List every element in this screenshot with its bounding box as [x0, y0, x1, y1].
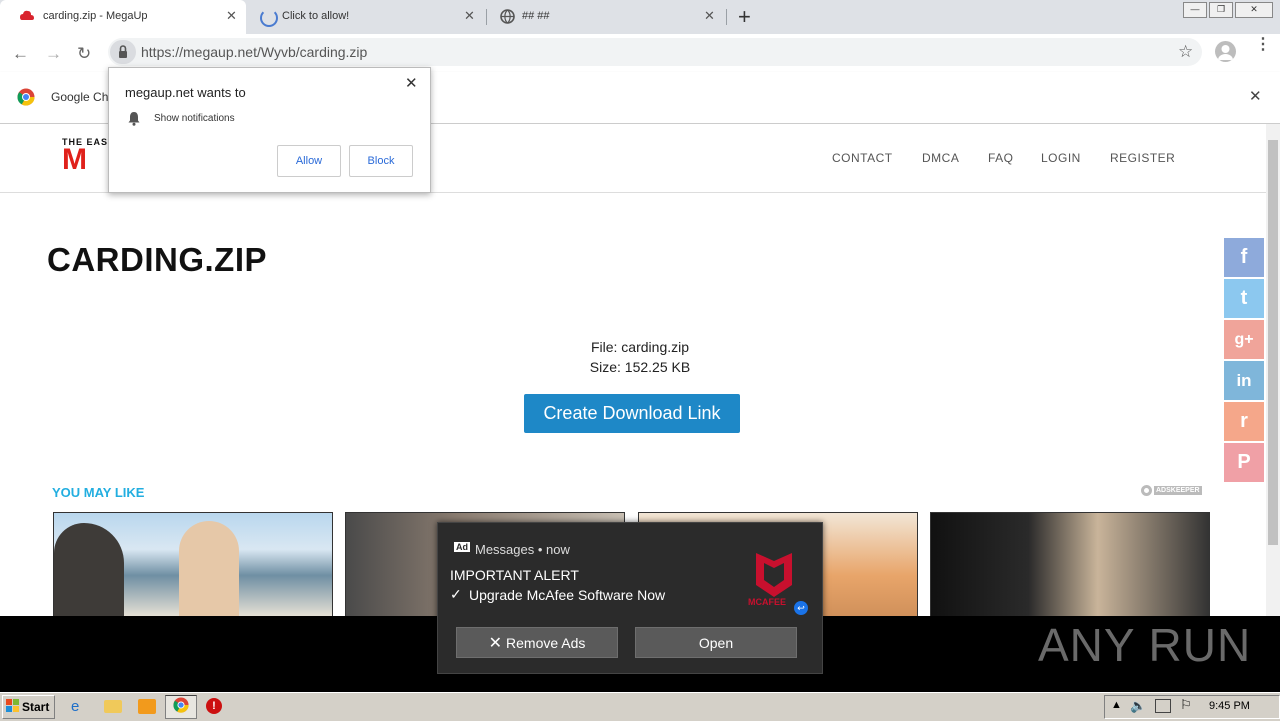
globe-icon	[500, 9, 515, 27]
reddit-icon[interactable]: r	[1224, 402, 1264, 441]
windows-logo-icon	[6, 699, 20, 715]
tab-title: carding.zip - MegaUp	[43, 10, 148, 22]
tray-expand-icon[interactable]: ▲	[1111, 699, 1122, 711]
close-tab-icon[interactable]: ✕	[226, 8, 237, 24]
ad-badge-icon: Ad	[454, 542, 470, 552]
adskeeper-icon	[1141, 485, 1152, 496]
reload-icon[interactable]: ↻	[77, 44, 91, 64]
loading-spinner-icon	[260, 9, 278, 27]
url-text[interactable]: https://megaup.net/Wyvb/carding.zip	[141, 44, 367, 60]
bookmark-star-icon[interactable]: ☆	[1178, 42, 1193, 62]
close-icon: ✕	[488, 634, 503, 652]
bell-icon	[127, 111, 141, 131]
recommended-thumbnail[interactable]	[930, 512, 1210, 618]
close-tab-icon[interactable]: ✕	[704, 8, 715, 24]
pinterest-icon[interactable]: P	[1224, 443, 1264, 482]
prompt-title: megaup.net wants to	[125, 85, 246, 100]
toast-brand: MCAFEE	[748, 597, 786, 607]
prompt-item: Show notifications	[154, 113, 235, 124]
infobar-text: Google Ch	[51, 90, 109, 104]
flag-icon[interactable]: ⚐	[1180, 697, 1192, 713]
chrome-icon	[173, 696, 189, 718]
media-player-icon[interactable]	[138, 699, 156, 714]
close-tab-icon[interactable]: ✕	[464, 8, 475, 24]
scrollbar-thumb[interactable]	[1268, 140, 1278, 545]
allow-button[interactable]: Allow	[277, 145, 341, 177]
tab-carding[interactable]: carding.zip - MegaUp ✕	[0, 0, 246, 34]
back-icon[interactable]: ←	[12, 44, 29, 64]
page-title: CARDING.ZIP	[47, 241, 267, 278]
twitter-icon[interactable]: t	[1224, 279, 1264, 318]
megaup-favicon-icon	[20, 10, 34, 22]
chrome-logo-icon	[17, 88, 35, 111]
you-may-like-heading: YOU MAY LIKE	[52, 485, 145, 500]
tab-separator	[726, 9, 727, 25]
toast-header: Messages • now	[475, 542, 570, 557]
tab-separator	[486, 9, 487, 25]
opera-icon[interactable]: !	[206, 698, 222, 714]
chrome-taskbar-button[interactable]	[165, 695, 197, 719]
internet-explorer-icon[interactable]: e	[71, 698, 89, 715]
close-prompt-icon[interactable]: ✕	[405, 74, 418, 92]
open-button[interactable]: Open	[635, 627, 797, 658]
nav-login[interactable]: LOGIN	[1041, 151, 1081, 165]
logo-letter: M	[62, 143, 87, 176]
anyrun-watermark: ANY RUN	[1038, 619, 1252, 671]
ad-notification-toast[interactable]: Ad Messages • now IMPORTANT ALERT ✓ Upgr…	[437, 522, 823, 674]
tab-title: ## ##	[522, 10, 550, 22]
volume-icon[interactable]: 🔈	[1130, 698, 1146, 714]
reply-icon: ↩	[794, 601, 808, 615]
toast-message: Upgrade McAfee Software Now	[469, 587, 666, 603]
folder-icon[interactable]	[104, 700, 122, 713]
menu-dots-icon[interactable]: ⋮	[1255, 37, 1271, 53]
network-icon[interactable]	[1155, 699, 1171, 713]
nav-register[interactable]: REGISTER	[1110, 151, 1175, 165]
adskeeper-logo[interactable]: ADSKEEPER	[1141, 485, 1202, 496]
restore-window-icon[interactable]: ❐	[1209, 2, 1233, 18]
tab-hash[interactable]: ## ## ✕	[488, 0, 724, 34]
nav-dmca[interactable]: DMCA	[922, 151, 959, 165]
minimize-window-icon[interactable]: —	[1183, 2, 1207, 18]
close-window-icon[interactable]: ✕	[1235, 2, 1273, 18]
site-logo[interactable]: THE EAS M	[62, 137, 108, 176]
nav-faq[interactable]: FAQ	[988, 151, 1014, 165]
tab-click-to-allow[interactable]: Click to allow! ✕	[248, 0, 484, 34]
file-name: File: carding.zip	[590, 339, 690, 355]
tab-title: Click to allow!	[282, 10, 350, 22]
remove-ads-label: Remove Ads	[506, 634, 586, 651]
start-button[interactable]: Start	[2, 695, 55, 719]
linkedin-icon[interactable]: in	[1224, 361, 1264, 400]
create-download-link-button[interactable]: Create Download Link	[524, 394, 740, 433]
forward-icon[interactable]: →	[45, 44, 62, 64]
block-button[interactable]: Block	[349, 145, 413, 177]
start-label: Start	[22, 700, 50, 714]
toast-alert: IMPORTANT ALERT	[450, 567, 579, 583]
new-tab-icon[interactable]: +	[738, 4, 751, 30]
file-size: Size: 152.25 KB	[589, 359, 691, 375]
lock-icon[interactable]	[110, 40, 136, 64]
profile-avatar-icon[interactable]	[1215, 41, 1236, 62]
close-infobar-icon[interactable]: ✕	[1249, 87, 1262, 105]
google-plus-icon[interactable]: g+	[1224, 320, 1264, 359]
adskeeper-label: ADSKEEPER	[1154, 486, 1202, 495]
recommended-thumbnail[interactable]	[53, 512, 333, 618]
facebook-icon[interactable]: f	[1224, 238, 1264, 277]
nav-contact[interactable]: CONTACT	[832, 151, 893, 165]
remove-ads-button[interactable]: ✕ Remove Ads	[456, 627, 618, 658]
checkmark-icon: ✓	[450, 586, 462, 602]
clock[interactable]: 9:45 PM	[1209, 700, 1250, 712]
notification-permission-prompt: megaup.net wants to ✕ Show notifications…	[108, 67, 431, 193]
